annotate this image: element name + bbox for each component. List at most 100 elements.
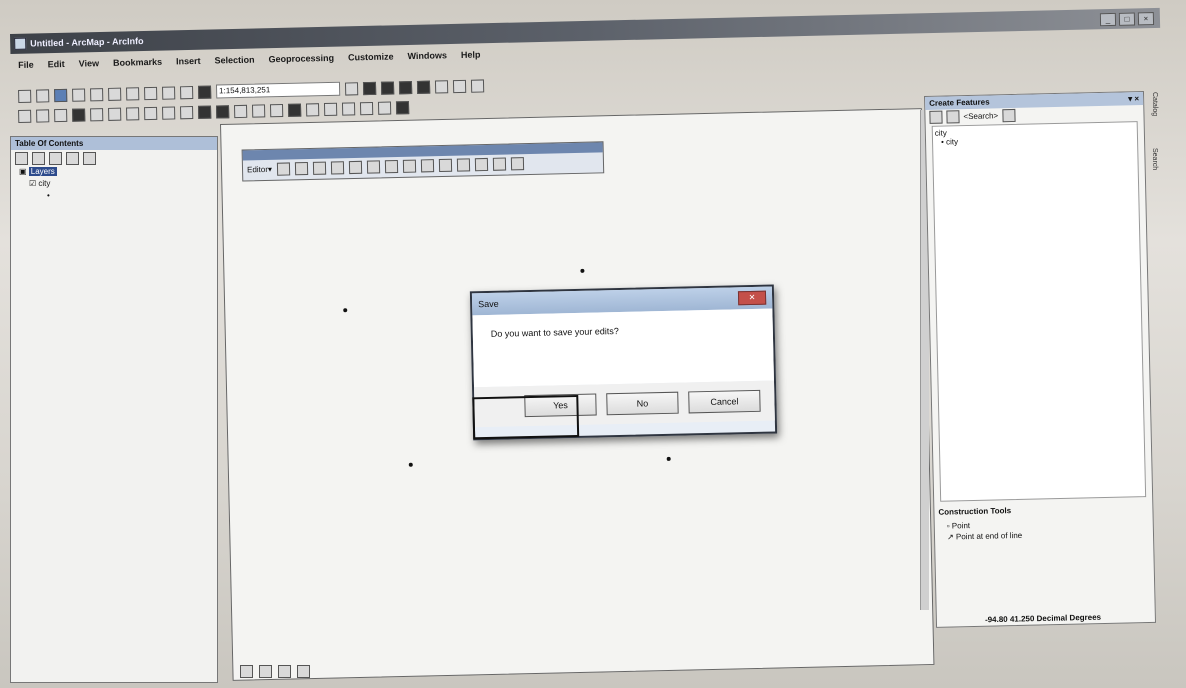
panel-close-icon[interactable]: ▾ × — [1128, 92, 1139, 105]
layer-color-icon[interactable] — [395, 100, 410, 114]
save-edits-dialog: Save ✕ Do you want to save your edits? Y… — [469, 284, 778, 441]
forward-extent-icon[interactable] — [144, 106, 158, 120]
undo-icon[interactable] — [161, 85, 176, 100]
fixed-zoom-out-icon[interactable] — [108, 107, 122, 121]
editor-menu[interactable]: Editor▾ — [247, 164, 272, 174]
arcmap-screen: Untitled - ArcMap - ArcInfo _ □ × File E… — [0, 0, 1186, 688]
whats-this-icon[interactable] — [470, 78, 485, 93]
menu-insert[interactable]: Insert — [176, 56, 201, 67]
list-by-selection-icon[interactable] — [66, 151, 79, 165]
no-button[interactable]: No — [606, 391, 679, 416]
editor-toolbar-icon[interactable] — [344, 81, 359, 96]
edit-annotation-icon[interactable] — [294, 161, 309, 175]
arctoolbox-icon[interactable] — [416, 80, 431, 94]
pan-icon[interactable] — [54, 108, 68, 122]
cut-polygons-icon[interactable] — [420, 158, 435, 172]
menu-selection[interactable]: Selection — [214, 55, 254, 66]
toc-tools — [11, 150, 217, 166]
cancel-button[interactable]: Cancel — [688, 389, 761, 414]
create-features-icon[interactable] — [510, 156, 525, 170]
map-point[interactable] — [580, 268, 585, 273]
menu-customize[interactable]: Customize — [348, 51, 394, 62]
list-by-drawing-order-icon[interactable] — [15, 151, 28, 165]
search-tab[interactable]: Search — [1151, 148, 1158, 170]
filter-icon[interactable] — [929, 110, 943, 124]
drawing-toolbar-icon[interactable] — [341, 101, 356, 116]
straight-segment-icon[interactable] — [312, 161, 327, 175]
full-extent-icon[interactable] — [72, 107, 86, 122]
map-scale-field[interactable]: 1:154,813,251 — [215, 81, 341, 99]
snapping-icon[interactable] — [377, 101, 392, 115]
split-icon[interactable] — [438, 158, 453, 172]
dialog-close-button[interactable]: ✕ — [737, 290, 767, 306]
clear-selection-icon[interactable] — [179, 105, 194, 119]
toc-options-icon[interactable] — [83, 151, 96, 165]
new-icon[interactable] — [18, 89, 32, 103]
menu-windows[interactable]: Windows — [407, 50, 447, 61]
menu-file[interactable]: File — [18, 60, 34, 70]
identify-icon[interactable] — [215, 104, 230, 119]
cut-icon[interactable] — [90, 87, 104, 101]
menu-bookmarks[interactable]: Bookmarks — [113, 57, 162, 68]
list-by-source-icon[interactable] — [32, 151, 45, 165]
edit-tool-icon[interactable] — [276, 161, 291, 176]
zoom-in-icon[interactable] — [18, 109, 32, 123]
data-view-icon[interactable] — [240, 664, 253, 678]
measure-icon[interactable] — [251, 103, 266, 118]
select-features-icon[interactable] — [161, 105, 176, 120]
fixed-zoom-in-icon[interactable] — [90, 107, 104, 121]
point-icon[interactable] — [366, 159, 381, 174]
table-of-contents-icon[interactable] — [362, 81, 377, 95]
zoom-out-icon[interactable] — [36, 108, 50, 123]
add-data-icon[interactable] — [197, 85, 212, 99]
html-popup-icon[interactable] — [287, 103, 302, 117]
rotate-icon[interactable] — [456, 157, 471, 172]
redo-icon[interactable] — [179, 85, 194, 99]
close-button[interactable]: × — [1137, 11, 1155, 25]
copy-icon[interactable] — [108, 87, 122, 101]
pause-drawing-icon[interactable] — [297, 664, 310, 678]
paste-icon[interactable] — [126, 86, 140, 101]
delete-icon[interactable] — [144, 86, 158, 100]
reshape-icon[interactable] — [402, 159, 417, 173]
layers-node[interactable]: ▣ Layers — [19, 166, 217, 178]
search-icon[interactable] — [1002, 108, 1016, 122]
attributes-icon[interactable] — [474, 157, 489, 171]
select-elements-icon[interactable] — [197, 105, 212, 119]
modelbuilder-icon[interactable] — [452, 79, 467, 93]
search-window-icon[interactable] — [398, 80, 413, 94]
save-icon[interactable] — [54, 88, 68, 102]
go-to-xy-icon[interactable] — [305, 102, 320, 116]
hyperlink-icon[interactable] — [269, 103, 284, 117]
catalog-icon[interactable] — [380, 80, 395, 95]
menu-edit[interactable]: Edit — [48, 59, 65, 69]
list-by-visibility-icon[interactable] — [49, 151, 62, 165]
highlight-box — [472, 394, 580, 440]
map-point[interactable] — [408, 462, 413, 467]
edit-vertices-icon[interactable] — [384, 159, 399, 173]
open-icon[interactable] — [36, 88, 50, 103]
map-point[interactable] — [343, 308, 348, 313]
city-layer-node[interactable]: ☑ city — [19, 178, 217, 190]
trace-icon[interactable] — [348, 160, 363, 174]
back-extent-icon[interactable] — [126, 106, 140, 121]
map-display[interactable]: Editor▾ Save ✕ Do you want to save your … — [220, 108, 935, 681]
menu-view[interactable]: View — [79, 58, 100, 68]
organize-templates-icon[interactable] — [946, 109, 960, 123]
refresh-icon[interactable] — [278, 664, 291, 678]
template-search-field[interactable]: <Search> — [963, 111, 998, 121]
sketch-properties-icon[interactable] — [492, 157, 507, 171]
map-point[interactable] — [666, 456, 671, 461]
python-icon[interactable] — [434, 79, 449, 94]
end-point-arc-icon[interactable] — [330, 160, 345, 174]
print-icon[interactable] — [72, 87, 86, 102]
layout-view-icon[interactable] — [259, 664, 272, 678]
georeferencing-icon[interactable] — [359, 101, 374, 115]
catalog-tab[interactable]: Catalog — [1151, 92, 1158, 116]
minimize-button[interactable]: _ — [1099, 12, 1117, 26]
menu-help[interactable]: Help — [461, 50, 481, 60]
menu-geoprocessing[interactable]: Geoprocessing — [268, 53, 334, 64]
time-slider-icon[interactable] — [323, 102, 338, 116]
maximize-button[interactable]: □ — [1118, 11, 1136, 26]
find-icon[interactable] — [233, 104, 248, 118]
